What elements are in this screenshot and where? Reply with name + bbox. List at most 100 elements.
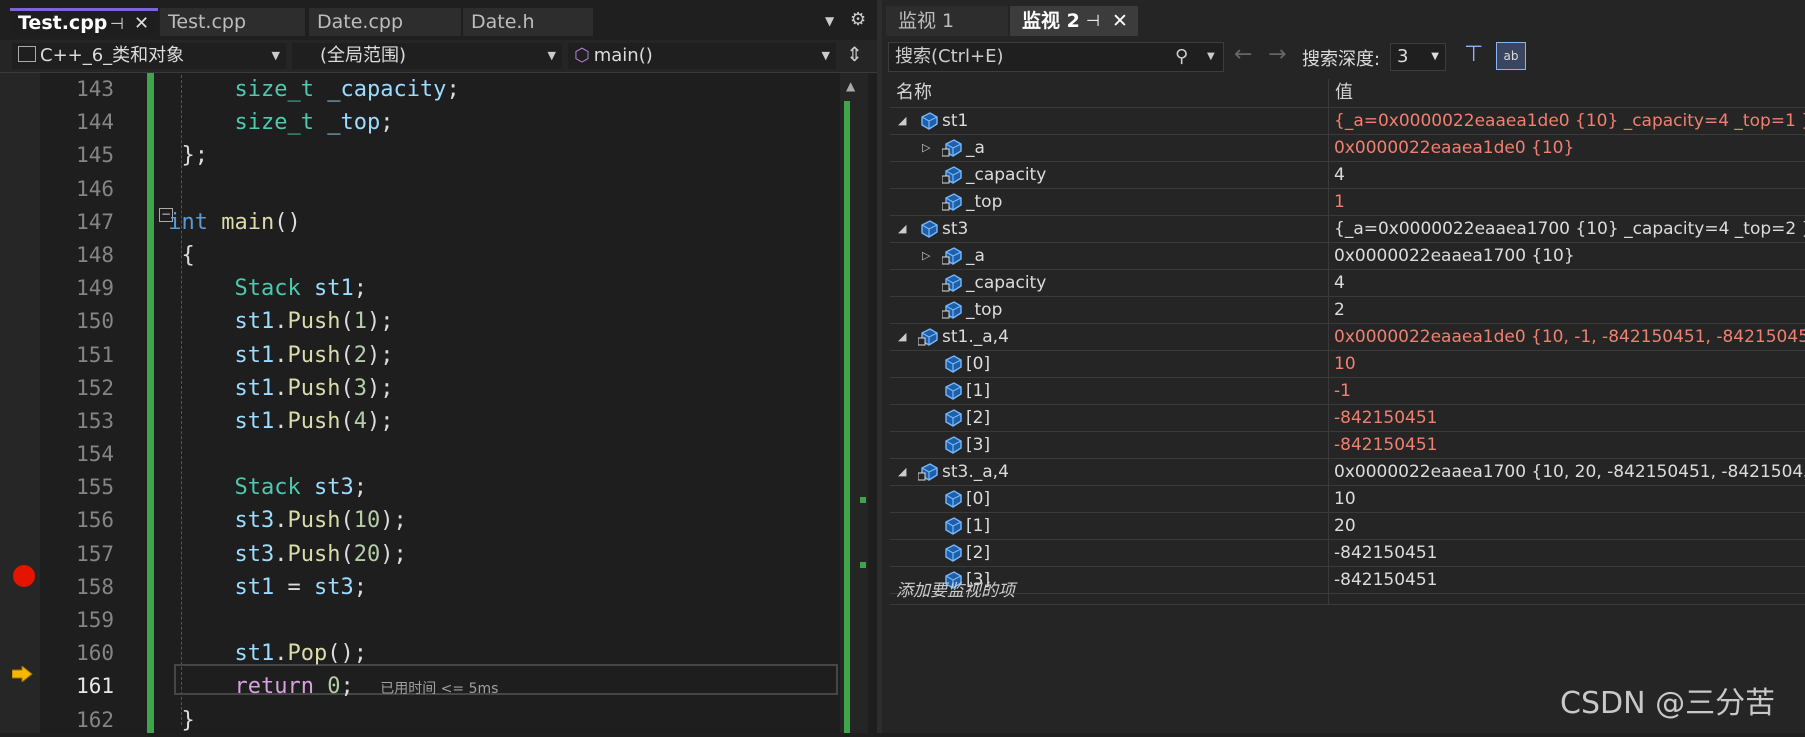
expanded-arrow-icon[interactable]: ◢ — [898, 324, 906, 350]
tab-test-cpp-active[interactable]: Test.cpp ⊣ ✕ — [10, 8, 158, 36]
watch-row-value[interactable]: 10 — [1334, 486, 1356, 512]
gear-icon[interactable]: ⚙ — [850, 9, 866, 30]
scope-dropdown[interactable]: (全局范围) ▼ — [292, 43, 562, 69]
watch-row-value[interactable]: 20 — [1334, 513, 1356, 539]
watch-row-value[interactable]: 10 — [1334, 351, 1356, 377]
watch-row[interactable]: ◢ st3._a,4 0x0000022eaaea1700 {10, 20, -84… — [890, 459, 1805, 486]
hex-display-icon[interactable]: ab — [1496, 42, 1526, 70]
tab-date-h[interactable]: Date.h — [463, 8, 593, 36]
watch-row-value[interactable]: 0x0000022eaaea1700 {10} — [1334, 243, 1575, 269]
scroll-up-icon[interactable]: ▲ — [846, 79, 855, 93]
watch-row-value[interactable]: -1 — [1334, 378, 1351, 404]
watch-row-name: [0] — [966, 489, 991, 509]
depth-label: 搜索深度: — [1302, 49, 1381, 70]
watch-row-name: _a — [966, 246, 985, 266]
expanded-arrow-icon[interactable]: ◢ — [898, 459, 906, 485]
editor-scrollbar[interactable]: ▲ — [840, 73, 868, 733]
watch-row[interactable]: _top 1 — [890, 189, 1805, 216]
breakpoint-icon[interactable] — [13, 565, 35, 587]
code-area[interactable]: size_t _capacity; size_t _top; }; int ma… — [155, 73, 837, 737]
column-header-value[interactable]: 值 — [1328, 79, 1353, 107]
watch-row[interactable]: [2] -842150451 — [890, 540, 1805, 567]
watch-row[interactable]: ▷ _a 0x0000022eaaea1700 {10} — [890, 243, 1805, 270]
line-number: 147 — [76, 209, 114, 234]
watch-row[interactable]: ◢ st1._a,4 0x0000022eaaea1de0 {10, -1, -84… — [890, 324, 1805, 351]
code-line: st1.Push(2); — [234, 342, 394, 368]
breakpoint-gutter[interactable] — [0, 73, 40, 733]
watch-row-value[interactable]: -842150451 — [1334, 432, 1437, 458]
split-icon[interactable]: ⇕ — [846, 42, 863, 66]
watch-row[interactable]: [1] 20 — [890, 513, 1805, 540]
close-icon[interactable]: ✕ — [1112, 6, 1128, 36]
watch-row[interactable]: _capacity 4 — [890, 162, 1805, 189]
private-field-icon — [941, 301, 962, 319]
field-icon — [942, 517, 962, 535]
watch-row-value[interactable]: 0x0000022eaaea1de0 {10, -1, -842150451, … — [1334, 324, 1805, 350]
expanded-arrow-icon[interactable]: ◢ — [898, 216, 906, 242]
expanded-arrow-icon[interactable]: ◢ — [898, 108, 906, 134]
tab-overflow-dropdown-icon[interactable]: ▼ — [825, 14, 834, 28]
depth-dropdown[interactable]: 3 ▼ — [1390, 43, 1446, 71]
chevron-down-icon[interactable]: ▼ — [1207, 43, 1215, 71]
watch-row-name: st3._a,4 — [942, 462, 1009, 482]
watch-row-value[interactable]: 0x0000022eaaea1700 {10, 20, -842150451, … — [1334, 459, 1805, 485]
line-number: 153 — [76, 408, 114, 433]
watch-row[interactable]: ◢ st3 {_a=0x0000022eaaea1700 {10} _capacit… — [890, 216, 1805, 243]
watch-row-value[interactable]: -842150451 — [1334, 540, 1437, 566]
code-line: Stack st3; — [234, 475, 367, 501]
forward-arrow-icon[interactable]: → — [1268, 42, 1286, 67]
watch-row-value[interactable]: {_a=0x0000022eaaea1700 {10} _capacity=4 … — [1334, 216, 1805, 242]
watch-row[interactable]: [3] -842150451 — [890, 432, 1805, 459]
watch-row-value[interactable]: 4 — [1334, 162, 1345, 188]
watch-row-value[interactable]: {_a=0x0000022eaaea1de0 {10} _capacity=4 … — [1334, 108, 1805, 134]
tab-watch-1[interactable]: 监视 1 — [886, 6, 1008, 36]
watch-row-name: [3] — [966, 435, 991, 455]
watch-row-value[interactable]: 2 — [1334, 297, 1345, 323]
collapsed-arrow-icon[interactable]: ▷ — [922, 243, 930, 269]
member-label: main() — [593, 45, 653, 66]
watch-row[interactable]: _top 2 — [890, 297, 1805, 324]
watch-toolbar: 搜索(Ctrl+E) ⚲ ▼ ← → 搜索深度: 3 ▼ ⊤ ab — [882, 40, 1805, 76]
close-icon[interactable]: ✕ — [134, 11, 149, 36]
watch-row-value[interactable]: -842150451 — [1334, 405, 1437, 431]
watch-row[interactable]: _capacity 4 — [890, 270, 1805, 297]
line-number: 160 — [76, 641, 114, 666]
line-number: 158 — [76, 574, 114, 599]
watch-row-name: _a — [966, 138, 985, 158]
tab-watch-2[interactable]: 监视 2 ⊣ ✕ — [1010, 6, 1138, 36]
field-icon — [942, 544, 962, 562]
line-number: 145 — [76, 143, 114, 168]
code-line: st1.Push(1); — [234, 309, 394, 335]
add-watch-item[interactable]: 添加要监视的项 — [890, 578, 1805, 605]
watch-row-value[interactable]: 4 — [1334, 270, 1345, 296]
column-header-name[interactable]: 名称 — [896, 79, 932, 107]
member-dropdown[interactable]: ⬡ main() ▼ — [568, 43, 836, 69]
watch-row[interactable]: [0] 10 — [890, 486, 1805, 513]
watch-row[interactable]: [0] 10 — [890, 351, 1805, 378]
watch-row-name: st3 — [942, 219, 969, 239]
private-field-icon — [917, 328, 938, 346]
collapsed-arrow-icon[interactable]: ▷ — [922, 135, 930, 161]
pin-icon[interactable]: ⊣ — [110, 11, 124, 36]
watch-row-value[interactable]: 0x0000022eaaea1de0 {10} — [1334, 135, 1574, 161]
project-dropdown[interactable]: C++_6_类和对象 ▼ — [12, 43, 286, 69]
search-input[interactable]: 搜索(Ctrl+E) ⚲ ▼ — [888, 42, 1224, 72]
tab-date-cpp[interactable]: Date.cpp — [309, 8, 461, 36]
code-line: Stack st1; — [234, 276, 367, 302]
field-icon — [942, 382, 962, 400]
watch-row[interactable]: [1] -1 — [890, 378, 1805, 405]
tab-test-cpp[interactable]: Test.cpp — [160, 8, 305, 36]
watch-row[interactable]: ▷ _a 0x0000022eaaea1de0 {10} — [890, 135, 1805, 162]
code-line: }; — [155, 143, 208, 169]
pin-source-icon[interactable]: ⊤ — [1464, 42, 1483, 67]
chevron-down-icon: ▼ — [271, 49, 280, 62]
pin-icon[interactable]: ⊣ — [1086, 6, 1100, 36]
search-icon[interactable]: ⚲ — [1175, 43, 1188, 71]
watch-rows: ◢ st1 {_a=0x0000022eaaea1de0 {10} _capacit… — [890, 108, 1805, 594]
watch-row[interactable]: ◢ st1 {_a=0x0000022eaaea1de0 {10} _capacit… — [890, 108, 1805, 135]
back-arrow-icon[interactable]: ← — [1234, 42, 1252, 67]
watch-row-name: [0] — [966, 354, 991, 374]
watch-row[interactable]: [2] -842150451 — [890, 405, 1805, 432]
watch-row-value[interactable]: 1 — [1334, 189, 1345, 215]
